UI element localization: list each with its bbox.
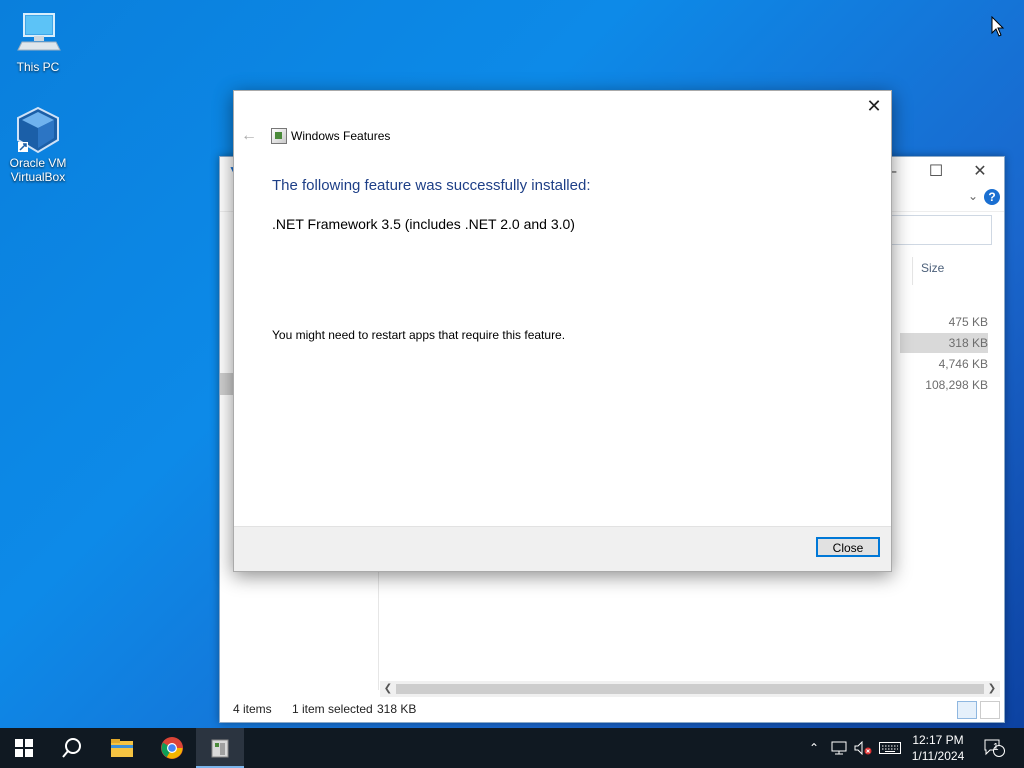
search-icon[interactable] [48, 728, 96, 768]
scroll-left-icon[interactable]: ❮ [380, 681, 396, 697]
large-icons-view-icon[interactable] [980, 701, 1000, 719]
computer-icon [14, 10, 62, 58]
back-arrow-icon[interactable]: ← [241, 127, 257, 145]
nav-selected-item[interactable] [220, 373, 234, 395]
status-selected: 1 item selected [292, 702, 373, 716]
scroll-right-icon[interactable]: ❯ [984, 681, 1000, 697]
scrollbar-thumb[interactable] [396, 684, 984, 694]
status-selected-size: 318 KB [377, 702, 417, 716]
status-bar: 4 items 1 item selected 318 KB [220, 696, 1004, 722]
file-explorer-icon[interactable] [98, 728, 146, 768]
clock-time: 12:17 PM [912, 733, 964, 747]
chevron-down-icon[interactable]: ⌄ [968, 189, 978, 203]
close-window-button[interactable]: ✕ [958, 160, 1002, 184]
windows-start-icon[interactable] [0, 728, 48, 768]
windows-features-dialog: ✕ ← Windows Features The following featu… [233, 90, 892, 572]
taskbar: ⌃ 12:17 PM 1/11/2024 1 [0, 728, 1024, 768]
keyboard-icon[interactable] [876, 728, 904, 768]
search-input[interactable] [880, 215, 992, 245]
show-hidden-icons-chevron-up-icon[interactable]: ⌃ [806, 728, 822, 768]
details-view-icon[interactable] [957, 701, 977, 719]
desktop-icon-this-pc[interactable]: This PC [3, 10, 73, 74]
file-size-cell[interactable]: 475 KB [900, 312, 988, 332]
file-size-cell[interactable]: 108,298 KB [900, 375, 988, 395]
action-center-icon[interactable]: 1 [980, 728, 1008, 768]
desktop-icon-label-line1: Oracle VM [9, 156, 67, 170]
dialog-footer: Close [234, 526, 891, 571]
restart-note: You might need to restart apps that requ… [272, 328, 566, 342]
status-item-count: 4 items [233, 702, 272, 716]
volume-muted-icon[interactable] [852, 728, 874, 768]
horizontal-scrollbar[interactable]: ❮ ❯ [380, 681, 1000, 697]
clock-date: 1/11/2024 [911, 749, 965, 763]
desktop-icon-virtualbox[interactable]: Oracle VM VirtualBox [3, 106, 73, 184]
close-button[interactable]: Close [816, 537, 880, 557]
dialog-heading: The following feature was successfully i… [272, 177, 591, 194]
network-icon[interactable] [828, 728, 850, 768]
dialog-title: Windows Features [291, 129, 391, 143]
column-header-size[interactable]: Size [912, 257, 1003, 285]
chrome-icon[interactable] [148, 728, 196, 768]
maximize-button[interactable]: ☐ [914, 160, 958, 184]
desktop-icon-label: This PC [16, 60, 60, 74]
file-size-cell[interactable]: 4,746 KB [900, 354, 988, 374]
desktop-icon-label-line2: VirtualBox [10, 170, 66, 184]
dialog-close-icon[interactable]: ✕ [863, 95, 885, 117]
windows-features-icon[interactable] [196, 728, 244, 768]
file-size-cell-selected[interactable]: 318 KB [900, 333, 988, 353]
clock[interactable]: 12:17 PM 1/11/2024 [906, 732, 970, 764]
help-icon[interactable]: ? [984, 189, 1000, 205]
windows-features-icon [271, 128, 287, 144]
notification-count: 1 [993, 742, 999, 753]
installed-feature-name: .NET Framework 3.5 (includes .NET 2.0 an… [272, 216, 575, 232]
virtualbox-icon [14, 106, 62, 154]
